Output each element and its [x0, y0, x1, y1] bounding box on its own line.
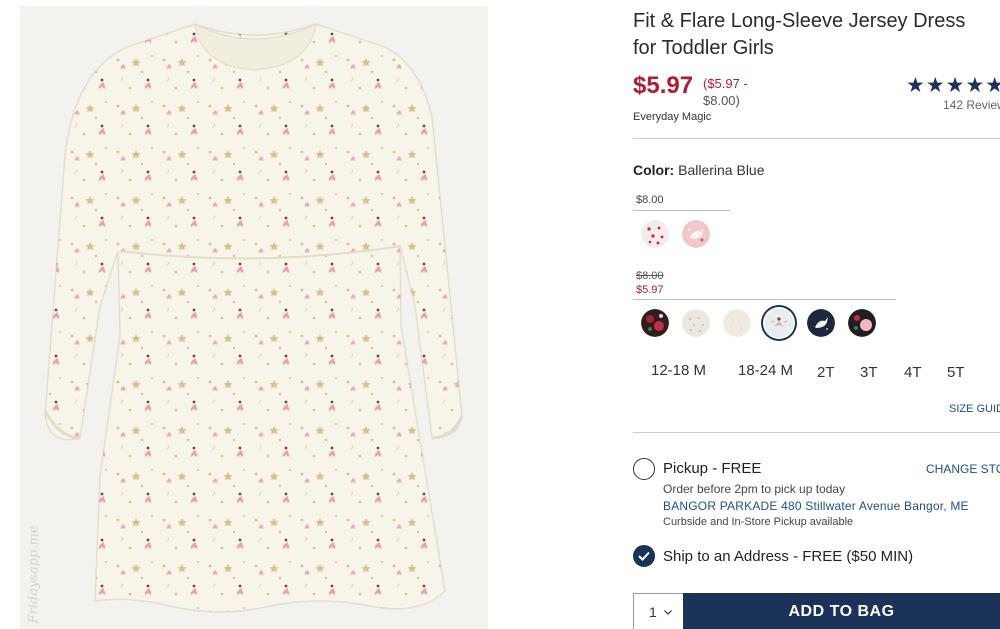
- color-swatch-pink-unicorn[interactable]: [682, 220, 710, 248]
- change-store-link[interactable]: CHANGE STORE: [926, 462, 1000, 476]
- swatch-group-sale-price: $5.97: [636, 284, 664, 296]
- promo-label: Everyday Magic: [633, 111, 712, 123]
- pickup-radio[interactable]: [633, 458, 655, 480]
- color-swatch-navy-unicorn[interactable]: [807, 309, 835, 337]
- reviews-link[interactable]: 142 Reviews: [943, 98, 1000, 112]
- size-option-12-18m[interactable]: 12-18 M: [651, 362, 706, 379]
- color-swatch-red-dot[interactable]: [641, 220, 669, 248]
- divider: [633, 138, 1000, 139]
- size-option-18-24m[interactable]: 18-24 M: [738, 362, 793, 379]
- color-swatch-ballerina-blue[interactable]: [765, 309, 793, 337]
- size-option-5t[interactable]: 5T: [947, 364, 965, 381]
- size-option-4t[interactable]: 4T: [904, 364, 922, 381]
- dress-illustration: [43, 23, 464, 613]
- divider: [633, 299, 896, 300]
- size-option-2t[interactable]: 2T: [817, 364, 835, 381]
- divider: [633, 432, 1000, 433]
- swatch-group-was-price: $8.00: [636, 270, 664, 282]
- product-image[interactable]: Fridaysapp.me: [20, 6, 488, 629]
- chevron-down-icon: [664, 610, 672, 615]
- size-guide-link[interactable]: SIZE GUIDE: [949, 403, 1000, 415]
- color-swatch-black-floral[interactable]: [848, 309, 876, 337]
- star-rating-icon[interactable]: ★★★★★: [906, 73, 1000, 98]
- swatch-group-price: $8.00: [636, 194, 664, 206]
- sale-price: $5.97: [633, 72, 694, 99]
- ship-radio[interactable]: [633, 545, 655, 567]
- pickup-label[interactable]: Pickup - FREE: [663, 460, 761, 477]
- ship-label[interactable]: Ship to an Address - FREE ($50 MIN): [663, 548, 913, 565]
- color-swatch-dark-floral[interactable]: [641, 309, 669, 337]
- divider: [633, 210, 730, 211]
- pickup-availability: Curbside and In-Store Pickup available: [663, 516, 854, 528]
- store-name-link[interactable]: BANGOR PARKADE 480 Stillwater Avenue Ban…: [663, 499, 969, 513]
- size-option-3t[interactable]: 3T: [860, 364, 878, 381]
- watermark: Fridaysapp.me: [26, 525, 42, 624]
- quantity-select[interactable]: 1: [633, 593, 683, 629]
- add-to-bag-button[interactable]: ADD TO BAG: [683, 593, 1000, 629]
- pickup-order-note: Order before 2pm to pick up today: [663, 482, 846, 496]
- color-swatch-cream-dot[interactable]: [682, 309, 710, 337]
- color-swatch-cream-solid[interactable]: [723, 309, 751, 337]
- price-range: ($5.97 - $8.00): [703, 76, 748, 108]
- color-label: Color: Ballerina Blue: [633, 162, 765, 178]
- checkmark-icon: [638, 551, 650, 561]
- color-value: Ballerina Blue: [678, 162, 765, 178]
- product-title: Fit & Flare Long-Sleeve Jersey Dress for…: [633, 10, 966, 59]
